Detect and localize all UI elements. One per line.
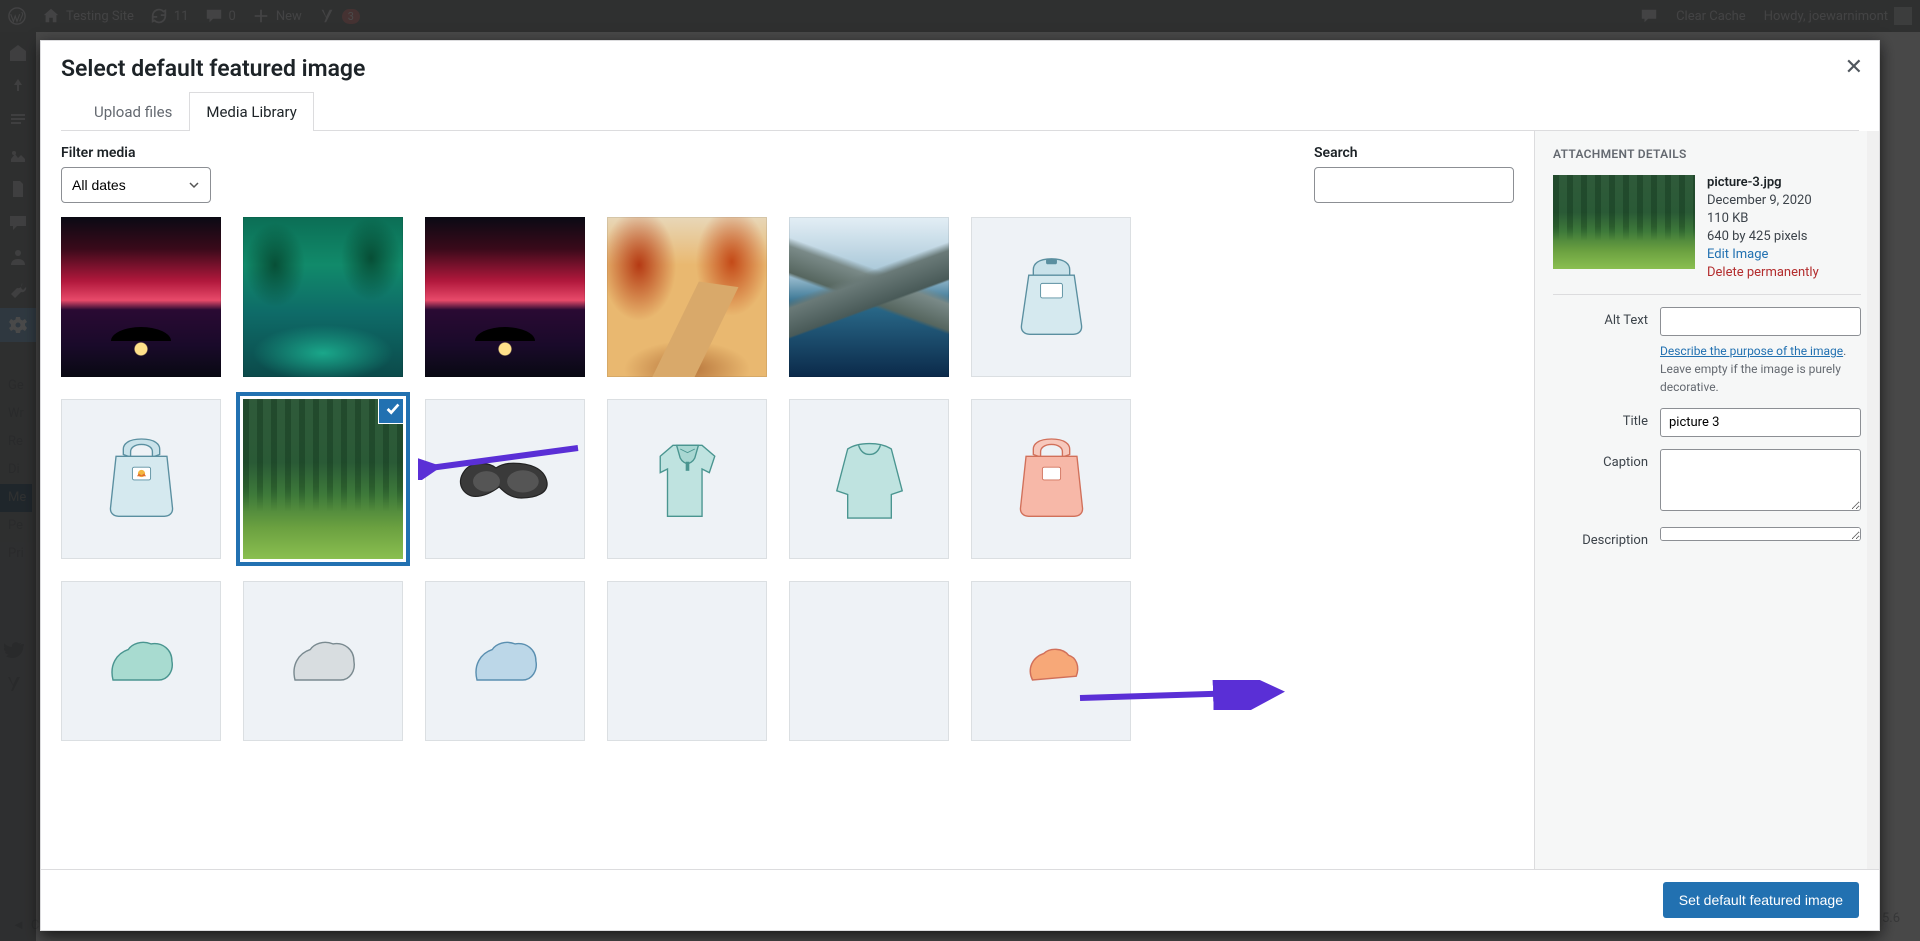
details-dimensions: 640 by 425 pixels (1707, 229, 1819, 244)
attachment-item[interactable] (789, 399, 949, 559)
alt-help-text: Describe the purpose of the image. Leave… (1660, 342, 1861, 396)
check-icon (379, 399, 403, 423)
delete-permanently-link[interactable]: Delete permanently (1707, 265, 1819, 280)
caption-label: Caption (1553, 449, 1648, 470)
attachment-item[interactable] (243, 581, 403, 741)
attachment-item[interactable] (425, 399, 585, 559)
media-modal: Select default featured image ✕ Upload f… (40, 40, 1880, 931)
attachment-item[interactable] (789, 217, 949, 377)
attachment-item[interactable] (971, 217, 1131, 377)
attachment-item[interactable] (61, 581, 221, 741)
details-heading: ATTACHMENT DETAILS (1553, 147, 1861, 161)
modal-title: Select default featured image (61, 55, 1859, 82)
media-tabs: Upload files Media Library (61, 92, 1859, 131)
attachment-item[interactable] (971, 399, 1131, 559)
attachment-item[interactable] (607, 217, 767, 377)
close-icon[interactable]: ✕ (1845, 55, 1863, 80)
modal-header: Select default featured image ✕ Upload f… (41, 41, 1879, 131)
attachment-item[interactable] (243, 217, 403, 377)
attachment-item[interactable] (61, 399, 221, 559)
edit-image-link[interactable]: Edit Image (1707, 247, 1819, 262)
details-size: 110 KB (1707, 211, 1819, 226)
attachment-item[interactable] (607, 581, 767, 741)
scrollbar[interactable] (1867, 131, 1879, 869)
attachments-grid (61, 217, 1514, 741)
set-default-featured-image-button[interactable]: Set default featured image (1663, 882, 1859, 918)
attachment-item[interactable] (61, 217, 221, 377)
attachment-item[interactable] (971, 581, 1131, 741)
search-input[interactable] (1314, 167, 1514, 203)
alt-text-input[interactable] (1660, 307, 1861, 336)
filter-media-label: Filter media (61, 145, 211, 161)
modal-footer: Set default featured image (41, 869, 1879, 930)
search-label: Search (1314, 145, 1514, 161)
attachment-item[interactable] (607, 399, 767, 559)
attachment-item[interactable] (789, 581, 949, 741)
attachment-item-selected[interactable] (243, 399, 403, 559)
details-filename: picture-3.jpg (1707, 175, 1819, 190)
media-toolbar: Filter media All dates Search (61, 145, 1514, 203)
description-input[interactable] (1660, 527, 1861, 541)
description-label: Description (1553, 527, 1648, 548)
alt-help-link[interactable]: Describe the purpose of the image (1660, 344, 1843, 358)
title-label: Title (1553, 408, 1648, 429)
attachment-details: ATTACHMENT DETAILS picture-3.jpg Decembe… (1534, 131, 1879, 869)
caption-input[interactable] (1660, 449, 1861, 511)
title-input[interactable] (1660, 408, 1861, 437)
date-filter-select[interactable]: All dates (61, 167, 211, 203)
tab-media-library[interactable]: Media Library (189, 92, 313, 131)
attachment-item[interactable] (425, 581, 585, 741)
details-thumbnail (1553, 175, 1695, 269)
attachment-item[interactable] (425, 217, 585, 377)
alt-text-label: Alt Text (1553, 307, 1648, 328)
media-browser: Filter media All dates Search (41, 131, 1534, 869)
tab-upload-files[interactable]: Upload files (77, 92, 189, 131)
details-date: December 9, 2020 (1707, 193, 1819, 208)
